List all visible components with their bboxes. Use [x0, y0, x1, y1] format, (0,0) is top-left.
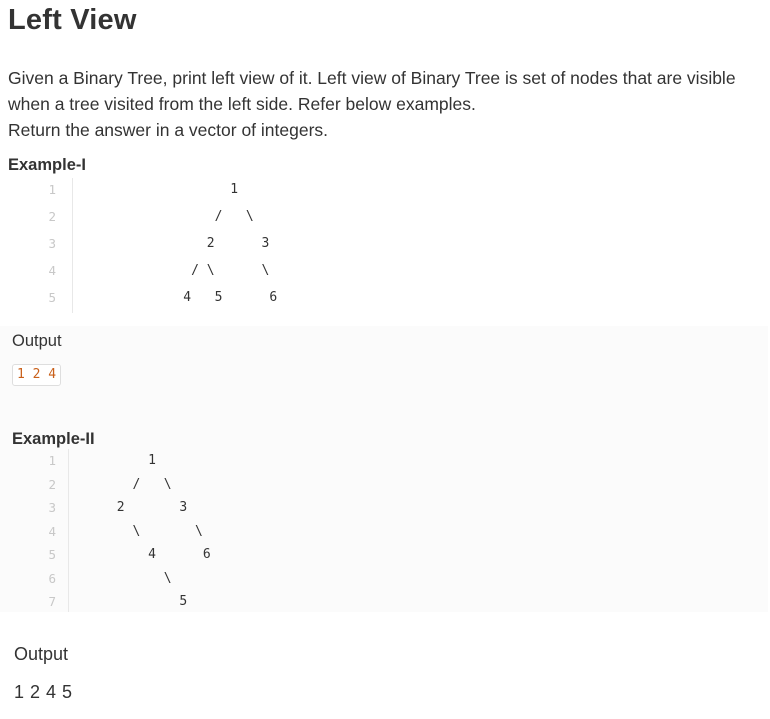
code-line: 1 1 — [0, 449, 480, 473]
line-text: 1 — [105, 182, 239, 197]
line-number: 3 — [48, 500, 56, 515]
example-2-code-block: 1 1 2 / \ 3 2 3 4 \ \ 5 4 6 6 \ 7 5 — [0, 449, 480, 612]
problem-description: Given a Binary Tree, print left view of … — [8, 65, 763, 143]
code-line: 3 2 3 — [0, 232, 480, 256]
code-line: 1 1 — [0, 178, 480, 202]
code-line: 5 4 6 — [0, 543, 480, 567]
description-line: Return the answer in a vector of integer… — [8, 120, 329, 140]
line-number: 5 — [48, 547, 56, 562]
line-number: 4 — [48, 263, 56, 278]
line-number: 1 — [48, 453, 56, 468]
code-line: 3 2 3 — [0, 496, 480, 520]
code-line: 2 / \ — [0, 473, 480, 497]
code-line: 2 / \ — [0, 205, 480, 229]
description-line: Given a Binary Tree, print left view of … — [8, 68, 736, 88]
example-1-output-label: Output — [12, 332, 62, 350]
line-text: 1 — [62, 453, 156, 468]
example-2-output-value: 1 2 4 5 — [14, 682, 73, 702]
line-text: 4 5 6 — [105, 290, 278, 305]
code-line: 4 \ \ — [0, 520, 480, 544]
line-text: 5 — [62, 594, 188, 609]
line-number: 6 — [48, 570, 56, 586]
line-text: 2 3 — [62, 500, 188, 515]
code-line: 6 \ — [0, 567, 480, 591]
example-1-heading: Example-I — [8, 156, 86, 174]
line-text: / \ \ — [105, 263, 270, 278]
line-number: 7 — [48, 594, 56, 609]
line-number: 3 — [48, 236, 56, 251]
line-number: 1 — [48, 182, 56, 197]
line-number: 4 — [48, 523, 56, 539]
code-line: 5 4 5 6 — [0, 286, 480, 310]
line-text: 4 6 — [62, 547, 211, 562]
line-text: / \ — [62, 476, 172, 492]
line-number: 2 — [48, 209, 56, 224]
line-text: \ — [62, 570, 172, 586]
code-line: 4 / \ \ — [0, 259, 480, 283]
page-title: Left View — [8, 4, 137, 36]
line-text: 2 3 — [105, 236, 270, 251]
example-1-output-value: 1 2 4 — [12, 364, 62, 386]
line-text: / \ — [105, 209, 254, 224]
description-line: when a tree visited from the left side. … — [8, 94, 476, 114]
line-number: 5 — [48, 290, 56, 305]
example-1-code-block: 1 1 2 / \ 3 2 3 4 / \ \ 5 4 5 6 — [0, 178, 480, 313]
example-2-heading: Example-II — [12, 430, 95, 448]
line-text: \ \ — [62, 523, 203, 539]
example-2-output-label: Output — [14, 644, 69, 664]
line-number: 2 — [48, 476, 56, 492]
code-line: 7 5 — [0, 590, 480, 614]
